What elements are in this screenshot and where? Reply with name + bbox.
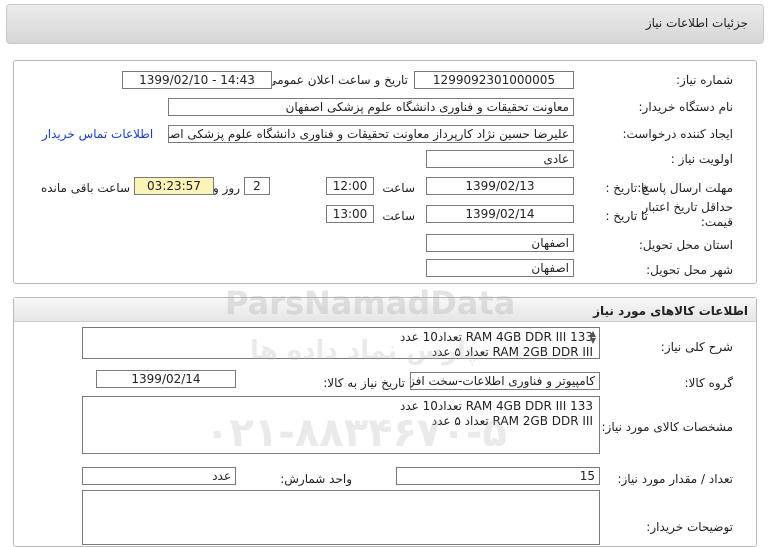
summary-line-2: RAM 2GB DDR III تعداد ۵ عدد — [431, 345, 593, 359]
validity-date-field: 1399/02/14 — [426, 205, 574, 223]
announce-label: تاریخ و ساعت اعلان عمومی: — [263, 73, 408, 87]
unit-label: واحد شمارش: — [280, 472, 352, 486]
goods-group-field: کامپیوتر و فناوری اطلاعات-سخت افزار — [410, 372, 600, 390]
province-field: اصفهان — [426, 234, 574, 252]
remaining-label: ساعت باقی مانده — [40, 181, 130, 195]
scroll-down-icon[interactable]: ▼ — [588, 337, 598, 345]
deadline-label: مهلت ارسال پاسخ: — [637, 181, 733, 195]
validity-time-field: 13:00 — [326, 205, 374, 223]
requester-field: علیرضا حسین نژاد کارپرداز معاونت تحقیقات… — [168, 125, 574, 143]
buyer-notes-label: توضیحات خریدار: — [646, 520, 733, 534]
days-field: 2 — [244, 177, 270, 195]
validity-time-label: ساعت — [382, 209, 415, 223]
need-number-label: شماره نیاز: — [676, 73, 733, 87]
province-label: استان محل تحویل: — [638, 238, 733, 252]
buyer-contact-link[interactable]: اطلاعات تماس خریدار — [42, 127, 153, 141]
city-field: اصفهان — [426, 259, 574, 277]
summary-label: شرح کلی نیاز: — [660, 340, 733, 354]
need-date-label: تاریخ نیاز به کالا: — [323, 376, 405, 390]
remaining-time-field: 03:23:57 — [134, 177, 214, 195]
specs-label: مشخصات کالای مورد نیاز: — [601, 420, 733, 434]
buyer-org-label: نام دستگاه خریدار: — [638, 100, 734, 114]
summary-scroll-arrows[interactable]: ▲ ▼ — [588, 330, 598, 345]
specs-line-2: RAM 2GB DDR III تعداد ۵ عدد — [431, 414, 593, 428]
need-number-field: 1299092301000005 — [414, 71, 574, 89]
requester-label: ایجاد کننده درخواست: — [622, 127, 733, 141]
announce-field: 1399/02/10 - 14:43 — [122, 71, 272, 89]
deadline-date-field: 1399/02/13 — [426, 177, 574, 195]
need-date-field: 1399/02/14 — [96, 370, 236, 388]
deadline-time-label: ساعت — [382, 181, 415, 195]
buyer-notes-textarea[interactable] — [82, 490, 600, 545]
validity-to-date-label: تا تاریخ : — [605, 209, 648, 223]
goods-section-title: اطلاعات کالاهای مورد نیاز — [593, 304, 748, 318]
qty-label: تعداد / مقدار مورد نیاز: — [617, 472, 733, 486]
days-label: روز و — [213, 181, 240, 195]
city-label: شهر محل تحویل: — [646, 263, 733, 277]
specs-line-1: 133 RAM 4GB DDR III تعداد10 عدد — [399, 399, 593, 413]
qty-field: 15 — [396, 467, 600, 485]
deadline-to-date-label: تا تاریخ : — [605, 181, 648, 195]
goods-group-label: گروه کالا: — [684, 376, 734, 390]
summary-textarea[interactable]: 133 RAM 4GB DDR III تعداد10 عدد RAM 2GB … — [82, 327, 600, 359]
specs-textarea[interactable]: 133 RAM 4GB DDR III تعداد10 عدد RAM 2GB … — [82, 396, 600, 454]
page-title: جزئیات اطلاعات نیاز — [645, 16, 748, 30]
buyer-org-field: معاونت تحقیقات و فناوری دانشگاه علوم پزش… — [168, 98, 574, 116]
priority-field: عادی — [426, 150, 574, 168]
summary-line-1: 133 RAM 4GB DDR III تعداد10 عدد — [399, 330, 593, 344]
validity-label-text: حداقل تاریخ اعتبار قیمت: — [642, 200, 733, 229]
deadline-time-field: 12:00 — [326, 177, 374, 195]
priority-label: اولویت نیاز : — [670, 152, 733, 166]
unit-field: عدد — [82, 467, 236, 485]
